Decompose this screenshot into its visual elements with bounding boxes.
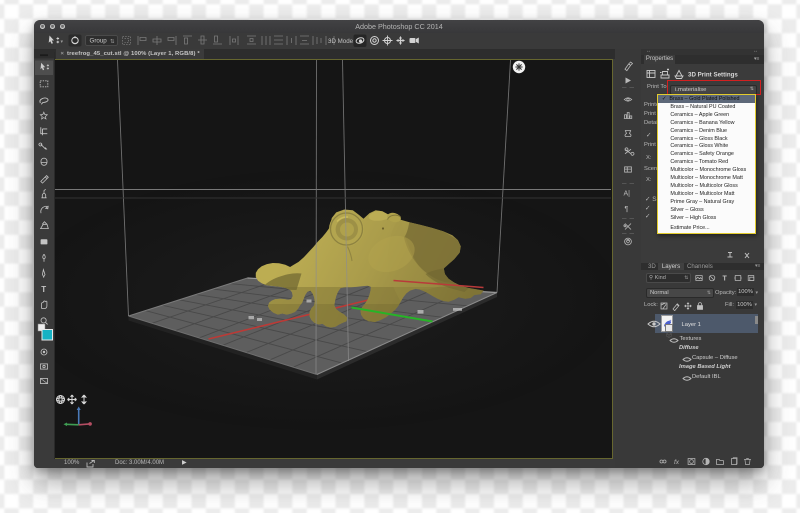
svg-text:¶: ¶ [625, 206, 629, 213]
svg-text:⇅: ⇅ [110, 39, 115, 45]
svg-text:3D Mode:: 3D Mode: [328, 38, 355, 45]
svg-text:A|: A| [624, 190, 631, 197]
svg-text:Group: Group [90, 38, 108, 45]
svg-text:T: T [723, 276, 728, 283]
svg-text:fx: fx [674, 459, 680, 466]
svg-text:3D Print Settings: 3D Print Settings [688, 71, 738, 78]
svg-text:▾: ▾ [61, 39, 64, 45]
svg-text:T: T [41, 285, 46, 294]
